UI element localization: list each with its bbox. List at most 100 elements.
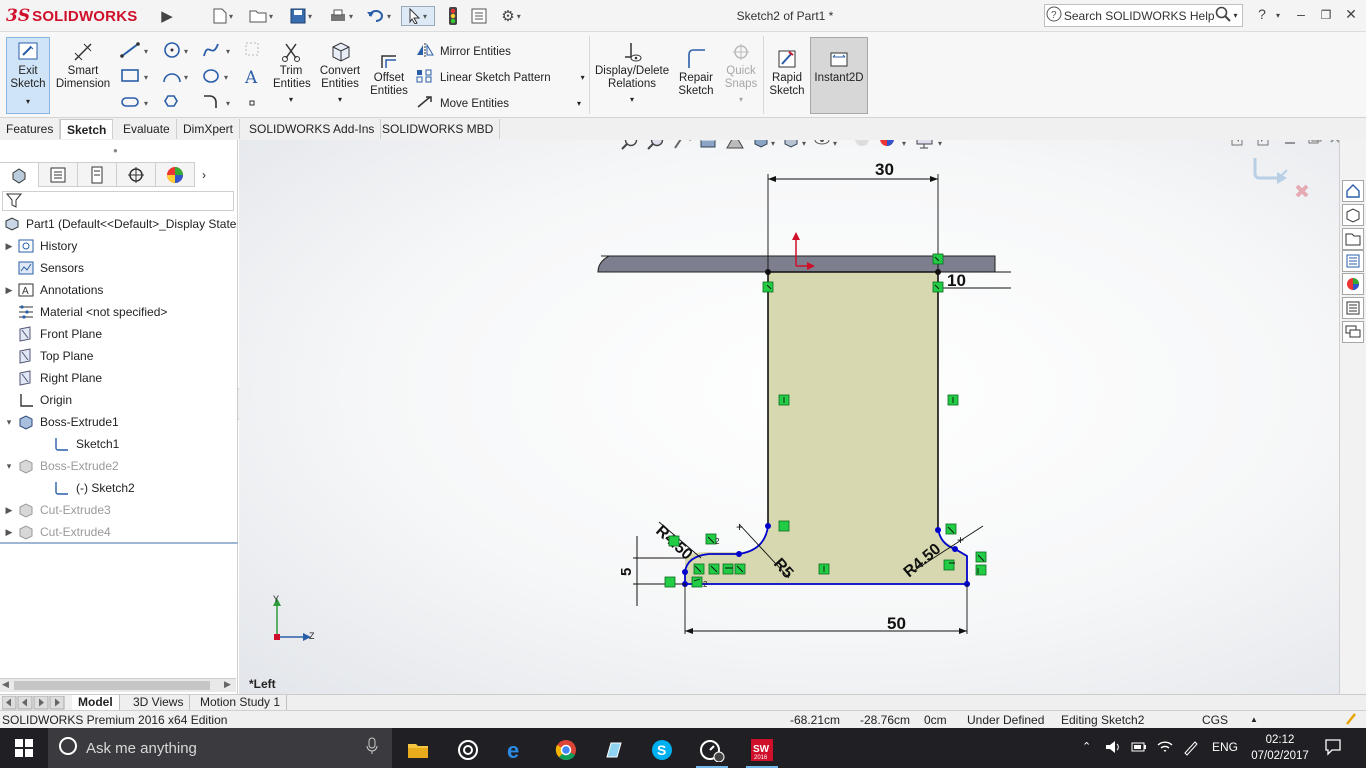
- solidworks-logo[interactable]: 3S SOLIDWORKS: [6, 4, 137, 28]
- help-search-box[interactable]: ? Search SOLIDWORKS Help ▾: [1044, 4, 1243, 27]
- tab-scroll-arrows[interactable]: [2, 696, 68, 710]
- search-magnifier-icon[interactable]: [1215, 6, 1234, 25]
- close-button[interactable]: ✕: [1341, 6, 1361, 23]
- tree-expand-icon[interactable]: ▶: [2, 505, 16, 516]
- custom-properties-icon[interactable]: [1342, 297, 1364, 319]
- print-icon[interactable]: ▾: [324, 6, 358, 26]
- windows-start-icon[interactable]: [4, 730, 44, 766]
- tree-item-boss-extrude2[interactable]: ▾ Boss-Extrude2: [0, 455, 238, 477]
- exit-sketch-dropdown-icon[interactable]: ▾: [26, 95, 30, 108]
- tab-solidworks-add-ins[interactable]: SOLIDWORKS Add-Ins: [243, 119, 382, 139]
- linear-sketch-pattern-button[interactable]: Linear Sketch Pattern ▾: [416, 69, 585, 86]
- relations-dropdown-icon[interactable]: ▾: [630, 93, 634, 106]
- status-help-icon[interactable]: [1344, 712, 1358, 729]
- tree-item-cut-extrude4[interactable]: ▶ Cut-Extrude4: [0, 521, 238, 543]
- smart-dimension-button[interactable]: Smart Dimension: [56, 41, 110, 91]
- tab-sketch[interactable]: Sketch: [60, 119, 114, 139]
- graphics-viewport[interactable]: ▾ ▾ ▾ ▾ ▾ 30 10 50 5 R5 + R4.50 + 2 2 Y …: [239, 140, 1339, 694]
- tab-solidworks-mbd[interactable]: SOLIDWORKS MBD: [376, 119, 501, 139]
- tree-item-annotations[interactable]: ▶ A Annotations: [0, 279, 238, 301]
- quick-snaps-button[interactable]: Quick Snaps ▾: [722, 41, 760, 106]
- tab-evaluate[interactable]: Evaluate: [117, 119, 177, 139]
- property-manager-tab-icon[interactable]: [38, 162, 78, 187]
- tree-item-history[interactable]: ▶ History: [0, 235, 238, 257]
- tree-item-boss-extrude1[interactable]: ▾ Boss-Extrude1: [0, 411, 238, 433]
- action-center-icon[interactable]: [1324, 738, 1342, 759]
- tree-item-front-plane[interactable]: Front Plane: [0, 323, 238, 345]
- new-document-icon[interactable]: ▾: [206, 6, 240, 26]
- panel-horizontal-scrollbar[interactable]: ◀ ▶: [0, 678, 236, 692]
- filter-box[interactable]: [2, 191, 234, 211]
- unit-system-dropdown-icon[interactable]: ▲: [1250, 715, 1258, 724]
- dimxpert-manager-tab-icon[interactable]: [116, 162, 156, 187]
- tree-expand-icon[interactable]: ▶: [2, 241, 16, 252]
- convert-dropdown-icon[interactable]: ▾: [338, 93, 342, 106]
- tree-item-sketch1[interactable]: Sketch1: [0, 433, 238, 455]
- file-explorer-icon[interactable]: [1342, 228, 1364, 250]
- volume-icon[interactable]: [1104, 738, 1122, 759]
- tree-expand-icon[interactable]: ▶: [2, 285, 16, 296]
- clock[interactable]: 02:12 07/02/2017: [1250, 732, 1310, 764]
- tree-expand-icon[interactable]: ▾: [2, 461, 16, 472]
- notes-app-taskbar-icon[interactable]: [594, 732, 634, 768]
- rebuild-traffic-light-icon[interactable]: [445, 6, 461, 26]
- tray-expand-icon[interactable]: ⌃: [1082, 740, 1091, 753]
- help-dropdown-icon[interactable]: ▾: [1268, 11, 1288, 20]
- tree-item-material[interactable]: Material <not specified>: [0, 301, 238, 323]
- solidworks-resources-icon[interactable]: [1342, 180, 1364, 202]
- tab-3d-views[interactable]: 3D Views: [127, 695, 191, 711]
- pen-ink-icon[interactable]: [1182, 738, 1200, 759]
- panel-splitter-handle[interactable]: ●: [113, 146, 118, 155]
- panel-tabs-more-icon[interactable]: ›: [194, 162, 214, 187]
- search-dropdown-icon[interactable]: ▾: [1233, 11, 1242, 20]
- tab-model[interactable]: Model: [72, 695, 120, 711]
- wifi-icon[interactable]: [1156, 738, 1174, 759]
- tree-item-cut-extrude3[interactable]: ▶ Cut-Extrude3: [0, 499, 238, 521]
- timer-app-taskbar-icon[interactable]: [692, 732, 732, 768]
- tree-item-right-plane[interactable]: Right Plane: [0, 367, 238, 389]
- move-dropdown-icon[interactable]: ▾: [577, 99, 581, 108]
- skype-taskbar-icon[interactable]: S: [642, 732, 682, 768]
- minimize-button[interactable]: –: [1291, 6, 1311, 22]
- configuration-manager-tab-icon[interactable]: [77, 162, 117, 187]
- tree-root-part[interactable]: Part1 (Default<<Default>_Display State: [0, 213, 238, 235]
- forum-icon[interactable]: [1342, 321, 1364, 343]
- unit-system[interactable]: CGS: [1202, 713, 1228, 727]
- edge-browser-taskbar-icon[interactable]: e: [496, 732, 536, 768]
- menu-expand-icon[interactable]: ▶: [160, 6, 174, 26]
- appearances-scenes-icon[interactable]: [1342, 273, 1364, 295]
- rapid-sketch-button[interactable]: Rapid Sketch: [767, 48, 807, 98]
- chrome-taskbar-icon[interactable]: [546, 732, 586, 768]
- display-delete-relations-button[interactable]: Display/Delete Relations ▾: [594, 41, 670, 106]
- move-entities-button[interactable]: Move Entities ▾: [416, 95, 581, 112]
- trim-entities-button[interactable]: Trim Entities ▾: [270, 41, 312, 106]
- instant2d-label-group[interactable]: Instant2D: [812, 48, 866, 85]
- file-explorer-taskbar-icon[interactable]: [398, 732, 438, 768]
- scroll-left-icon[interactable]: ◀: [2, 679, 9, 690]
- language-indicator[interactable]: ENG: [1212, 740, 1238, 754]
- solidworks-taskbar-icon[interactable]: SW 2016: [742, 732, 782, 768]
- view-palette-icon[interactable]: [1342, 250, 1364, 272]
- design-library-icon[interactable]: [1342, 204, 1364, 226]
- tree-item-sensors[interactable]: Sensors: [0, 257, 238, 279]
- linear-pattern-dropdown-icon[interactable]: ▾: [581, 73, 585, 82]
- scroll-thumb[interactable]: [14, 681, 210, 690]
- open-folder-icon[interactable]: ▾: [244, 6, 278, 26]
- tab-features[interactable]: Features: [0, 119, 61, 139]
- scroll-right-icon[interactable]: ▶: [224, 679, 231, 690]
- tree-item-origin[interactable]: Origin: [0, 389, 238, 411]
- microphone-icon[interactable]: [366, 737, 378, 759]
- undo-icon[interactable]: ▾: [362, 6, 396, 26]
- trim-dropdown-icon[interactable]: ▾: [289, 93, 293, 106]
- repair-sketch-button[interactable]: Repair Sketch: [676, 48, 716, 98]
- sketch-state[interactable]: Under Defined: [967, 713, 1044, 727]
- exit-sketch-label-group[interactable]: Exit Sketch ▾: [8, 41, 48, 108]
- tree-item-top-plane[interactable]: Top Plane: [0, 345, 238, 367]
- power-battery-icon[interactable]: [1130, 738, 1148, 759]
- restore-button[interactable]: ❐: [1316, 8, 1336, 22]
- select-cursor-icon[interactable]: ▾: [401, 6, 435, 26]
- tree-item-sketch2[interactable]: (-) Sketch2: [0, 477, 238, 499]
- options-gear-icon[interactable]: ⚙ ▾: [494, 6, 528, 26]
- quick-snaps-dropdown-icon[interactable]: ▾: [739, 93, 743, 106]
- mirror-entities-button[interactable]: Mirror Entities: [416, 43, 511, 60]
